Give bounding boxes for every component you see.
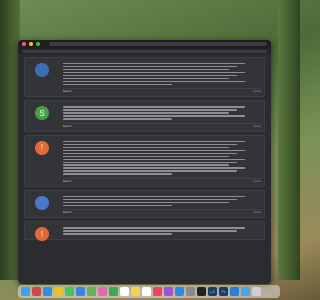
post-text-line: [63, 143, 238, 145]
quote-link[interactable]: Quote: [253, 180, 261, 183]
calendar-icon[interactable]: [120, 287, 129, 296]
background-trees-left: [0, 0, 20, 280]
forum-post: !: [24, 221, 265, 242]
photos-icon[interactable]: [98, 287, 107, 296]
post-text-line: [63, 149, 246, 151]
trash-icon[interactable]: [252, 287, 261, 296]
address-bar[interactable]: [22, 49, 267, 53]
post-text-line: [63, 158, 246, 160]
forum-post: Report Quote: [24, 57, 265, 98]
vscode-icon[interactable]: [230, 287, 239, 296]
podcasts-icon[interactable]: [164, 287, 173, 296]
post-text-line: [63, 204, 172, 207]
terminal-icon[interactable]: [197, 287, 206, 296]
forum-post: Report Quote: [24, 189, 265, 219]
post-text-line: [63, 80, 246, 83]
post-text-line: [63, 115, 246, 117]
quote-link[interactable]: Quote: [253, 90, 261, 93]
reminders-icon[interactable]: [142, 287, 151, 296]
lr-icon[interactable]: LrC: [208, 287, 217, 296]
safari-icon[interactable]: [43, 287, 52, 296]
post-text-line: [63, 161, 238, 163]
post-footer: Report Quote: [63, 177, 261, 183]
post-text-line: [63, 201, 230, 204]
ps-icon[interactable]: Ps: [219, 287, 228, 296]
post-text-line: [63, 152, 238, 154]
music-icon[interactable]: [153, 287, 162, 296]
post-footer: Report Quote: [63, 209, 261, 214]
post-text-line: [63, 170, 238, 172]
post-footer: Report Quote: [63, 88, 261, 93]
post-text-line: [63, 146, 230, 148]
quote-link[interactable]: Quote: [253, 125, 261, 128]
close-window-button[interactable]: [22, 42, 26, 46]
post-text-line: [63, 198, 238, 201]
mail-icon[interactable]: [76, 287, 85, 296]
avatar[interactable]: S: [35, 106, 49, 121]
finder-icon[interactable]: [21, 287, 30, 296]
post-text-line: [63, 230, 238, 232]
post-text-line: [63, 164, 230, 166]
forum-thread: Report Quote S Report Quote! Report Quote Repor…: [18, 54, 271, 284]
maximize-window-button[interactable]: [36, 42, 40, 46]
dock: LrC Ps: [18, 285, 280, 298]
chrome-icon[interactable]: [54, 287, 63, 296]
launchpad-icon[interactable]: [32, 287, 41, 296]
post-text-line: [63, 106, 246, 108]
browser-window: Report Quote S Report Quote! Report Quote Repor…: [18, 40, 271, 284]
post-text-line: [63, 109, 238, 111]
report-link[interactable]: Report: [63, 211, 72, 214]
avatar[interactable]: [35, 195, 49, 210]
messages-icon[interactable]: [65, 287, 74, 296]
report-link[interactable]: Report: [63, 180, 72, 183]
forum-post: S Report Quote: [24, 100, 265, 132]
post-text-line: [63, 63, 246, 65]
post-text-line: [63, 227, 246, 229]
avatar[interactable]: !: [35, 140, 49, 155]
folder-icon[interactable]: [241, 287, 250, 296]
avatar[interactable]: !: [35, 227, 49, 242]
browser-tab[interactable]: [49, 42, 267, 46]
post-text-line: [63, 74, 238, 77]
post-footer: Report Quote: [63, 122, 261, 128]
maps-icon[interactable]: [87, 287, 96, 296]
post-text-line: [63, 155, 230, 157]
post-text-line: [63, 83, 172, 86]
avatar[interactable]: [35, 63, 49, 77]
settings-icon[interactable]: [186, 287, 195, 296]
facetime-icon[interactable]: [109, 287, 118, 296]
notes-icon[interactable]: [131, 287, 140, 296]
forum-post: ! Report Quote: [24, 134, 265, 187]
post-text-line: [63, 167, 246, 169]
post-text-line: [63, 173, 172, 175]
window-titlebar: [18, 40, 271, 48]
report-link[interactable]: Report: [63, 125, 72, 128]
minimize-window-button[interactable]: [29, 42, 33, 46]
post-text-line: [63, 112, 230, 114]
quote-link[interactable]: Quote: [253, 211, 261, 214]
post-text-line: [63, 68, 230, 71]
post-text-line: [63, 233, 172, 235]
post-text-line: [63, 118, 172, 120]
post-text-line: [63, 195, 246, 198]
post-text-line: [63, 71, 246, 74]
post-text-line: [63, 77, 230, 80]
post-text-line: [63, 65, 238, 68]
report-link[interactable]: Report: [63, 90, 72, 93]
background-trees-right: [278, 0, 300, 280]
appstore-icon[interactable]: [175, 287, 184, 296]
post-text-line: [63, 140, 246, 142]
